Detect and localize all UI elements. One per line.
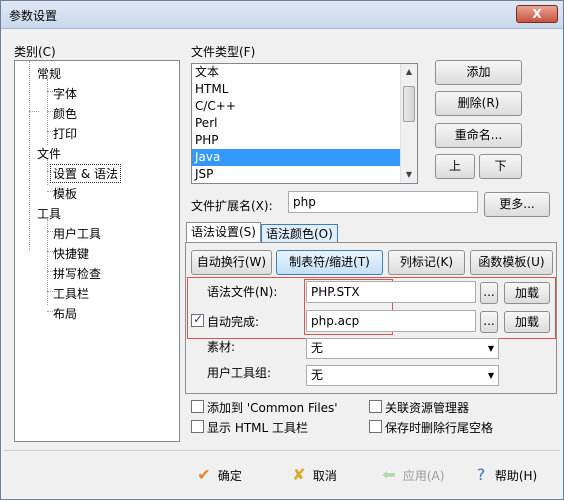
function-template-button[interactable]: 函数模板(U)	[470, 250, 553, 275]
dropdown-arrow-icon: ▼	[487, 371, 494, 380]
title-bar: 参数设置 X	[1, 1, 563, 29]
tree-item-font[interactable]: 字体	[53, 85, 77, 102]
tree-item-user-tools[interactable]: 用户工具	[53, 225, 101, 242]
window-title: 参数设置	[9, 9, 58, 23]
tree-item-layout[interactable]: 布局	[53, 305, 77, 322]
question-icon: ?	[476, 465, 486, 484]
tree-item-toolbar[interactable]: 工具栏	[53, 285, 89, 302]
show-html-toolbar-checkbox[interactable]	[191, 420, 204, 433]
help-label: 帮助(H)	[494, 469, 538, 483]
syntax-file-load-button[interactable]: 加载	[504, 282, 550, 304]
list-item[interactable]: JSP	[192, 166, 417, 183]
ext-input[interactable]: php	[288, 191, 478, 213]
settings-dialog: 参数设置 X 类别(C) 常规 字体 颜色 打印 文件 设置 & 语法 模板 工…	[0, 0, 564, 500]
trim-on-save-checkbox[interactable]	[369, 420, 382, 433]
list-item[interactable]: C/C++	[192, 98, 417, 115]
tree-item-settings-syntax[interactable]: 设置 & 语法	[50, 164, 121, 183]
tab-indent-button[interactable]: 制表符/缩进(T)	[276, 250, 383, 275]
tree-item-general[interactable]: 常规	[37, 65, 61, 82]
arrow-left-icon: ⬅	[382, 465, 396, 484]
move-up-button[interactable]: 上	[435, 154, 475, 179]
user-toolgroup-label: 用户工具组:	[207, 366, 272, 380]
trim-on-save-label: 保存时删除行尾空格	[385, 421, 494, 435]
more-button[interactable]: 更多...	[484, 192, 550, 217]
ext-label: 文件扩展名(X):	[191, 199, 273, 213]
syntax-file-browse-button[interactable]: ...	[480, 282, 498, 304]
footer-divider	[4, 450, 560, 451]
syntax-file-input[interactable]: PHP.STX	[306, 281, 476, 303]
tree-item-spellcheck[interactable]: 拼写检查	[53, 265, 101, 282]
material-select[interactable]: 无 ▼	[306, 338, 499, 359]
autocomplete-load-button[interactable]: 加载	[504, 311, 550, 333]
tree-item-file[interactable]: 文件	[37, 145, 61, 162]
category-label: 类别(C)	[14, 45, 56, 59]
tree-item-print[interactable]: 打印	[53, 125, 77, 142]
close-icon: X	[532, 7, 542, 21]
assoc-explorer-checkbox[interactable]	[369, 400, 382, 413]
move-down-button[interactable]: 下	[479, 154, 522, 179]
scroll-thumb[interactable]	[403, 86, 415, 122]
help-button[interactable]: ? 帮助(H)	[471, 463, 537, 487]
rename-button[interactable]: 重命名...	[435, 123, 522, 148]
apply-button[interactable]: ⬅ 应用(A)	[379, 463, 444, 487]
tree-item-color[interactable]: 颜色	[53, 105, 77, 122]
x-icon: ✘	[292, 465, 306, 484]
list-item-selected[interactable]: Java	[192, 149, 417, 166]
list-item[interactable]: PHP	[192, 132, 417, 149]
add-common-checkbox[interactable]	[191, 400, 204, 413]
filetypes-list[interactable]: 文本 HTML C/C++ Perl PHP Java JSP ▲ ▼	[191, 63, 418, 184]
tab-syntax-settings[interactable]: 语法设置(S)	[186, 222, 261, 243]
dropdown-arrow-icon: ▼	[487, 344, 494, 353]
dialog-content: 类别(C) 常规 字体 颜色 打印 文件 设置 & 语法 模板 工具 用户工具 …	[4, 30, 560, 498]
assoc-explorer-label: 关联资源管理器	[385, 401, 470, 415]
tree-item-template[interactable]: 模板	[53, 185, 77, 202]
checkmark-icon: ✔	[197, 465, 211, 484]
apply-label: 应用(A)	[402, 469, 445, 483]
tree-connector	[29, 61, 30, 251]
add-button[interactable]: 添加	[435, 60, 522, 85]
user-toolgroup-value: 无	[311, 368, 324, 382]
autocomplete-input[interactable]: php.acp	[306, 310, 476, 332]
autocomplete-label: 自动完成:	[207, 315, 260, 329]
autocomplete-checkbox[interactable]	[191, 312, 204, 327]
scroll-up-icon[interactable]: ▲	[401, 64, 417, 80]
filetypes-label: 文件类型(F)	[191, 45, 256, 59]
scroll-down-icon[interactable]: ▼	[401, 167, 417, 183]
column-marks-button[interactable]: 列标记(K)	[388, 250, 465, 275]
user-toolgroup-select[interactable]: 无 ▼	[306, 365, 499, 386]
syntax-file-label: 语法文件(N):	[207, 285, 278, 299]
filetypes-scrollbar[interactable]: ▲ ▼	[400, 64, 417, 183]
cancel-button[interactable]: ✘ 取消	[289, 463, 337, 487]
show-html-toolbar-label: 显示 HTML 工具栏	[207, 421, 309, 435]
cancel-label: 取消	[312, 469, 337, 483]
ok-label: 确定	[217, 469, 242, 483]
tree-item-tools[interactable]: 工具	[37, 205, 61, 222]
add-common-label: 添加到 'Common Files'	[207, 401, 338, 415]
material-label: 素材:	[207, 340, 236, 354]
delete-button[interactable]: 删除(R)	[435, 91, 522, 116]
autocomplete-browse-button[interactable]: ...	[480, 311, 498, 333]
list-item[interactable]: HTML	[192, 81, 417, 98]
tree-item-shortcuts[interactable]: 快捷键	[53, 245, 89, 262]
list-item[interactable]: 文本	[192, 64, 417, 81]
ok-button[interactable]: ✔ 确定	[194, 463, 242, 487]
auto-wrap-button[interactable]: 自动换行(W)	[191, 250, 272, 275]
list-item[interactable]: Perl	[192, 115, 417, 132]
close-button[interactable]: X	[516, 5, 558, 23]
category-tree[interactable]: 常规 字体 颜色 打印 文件 设置 & 语法 模板 工具 用户工具 快捷键 拼写…	[14, 60, 180, 442]
material-value: 无	[311, 341, 324, 355]
